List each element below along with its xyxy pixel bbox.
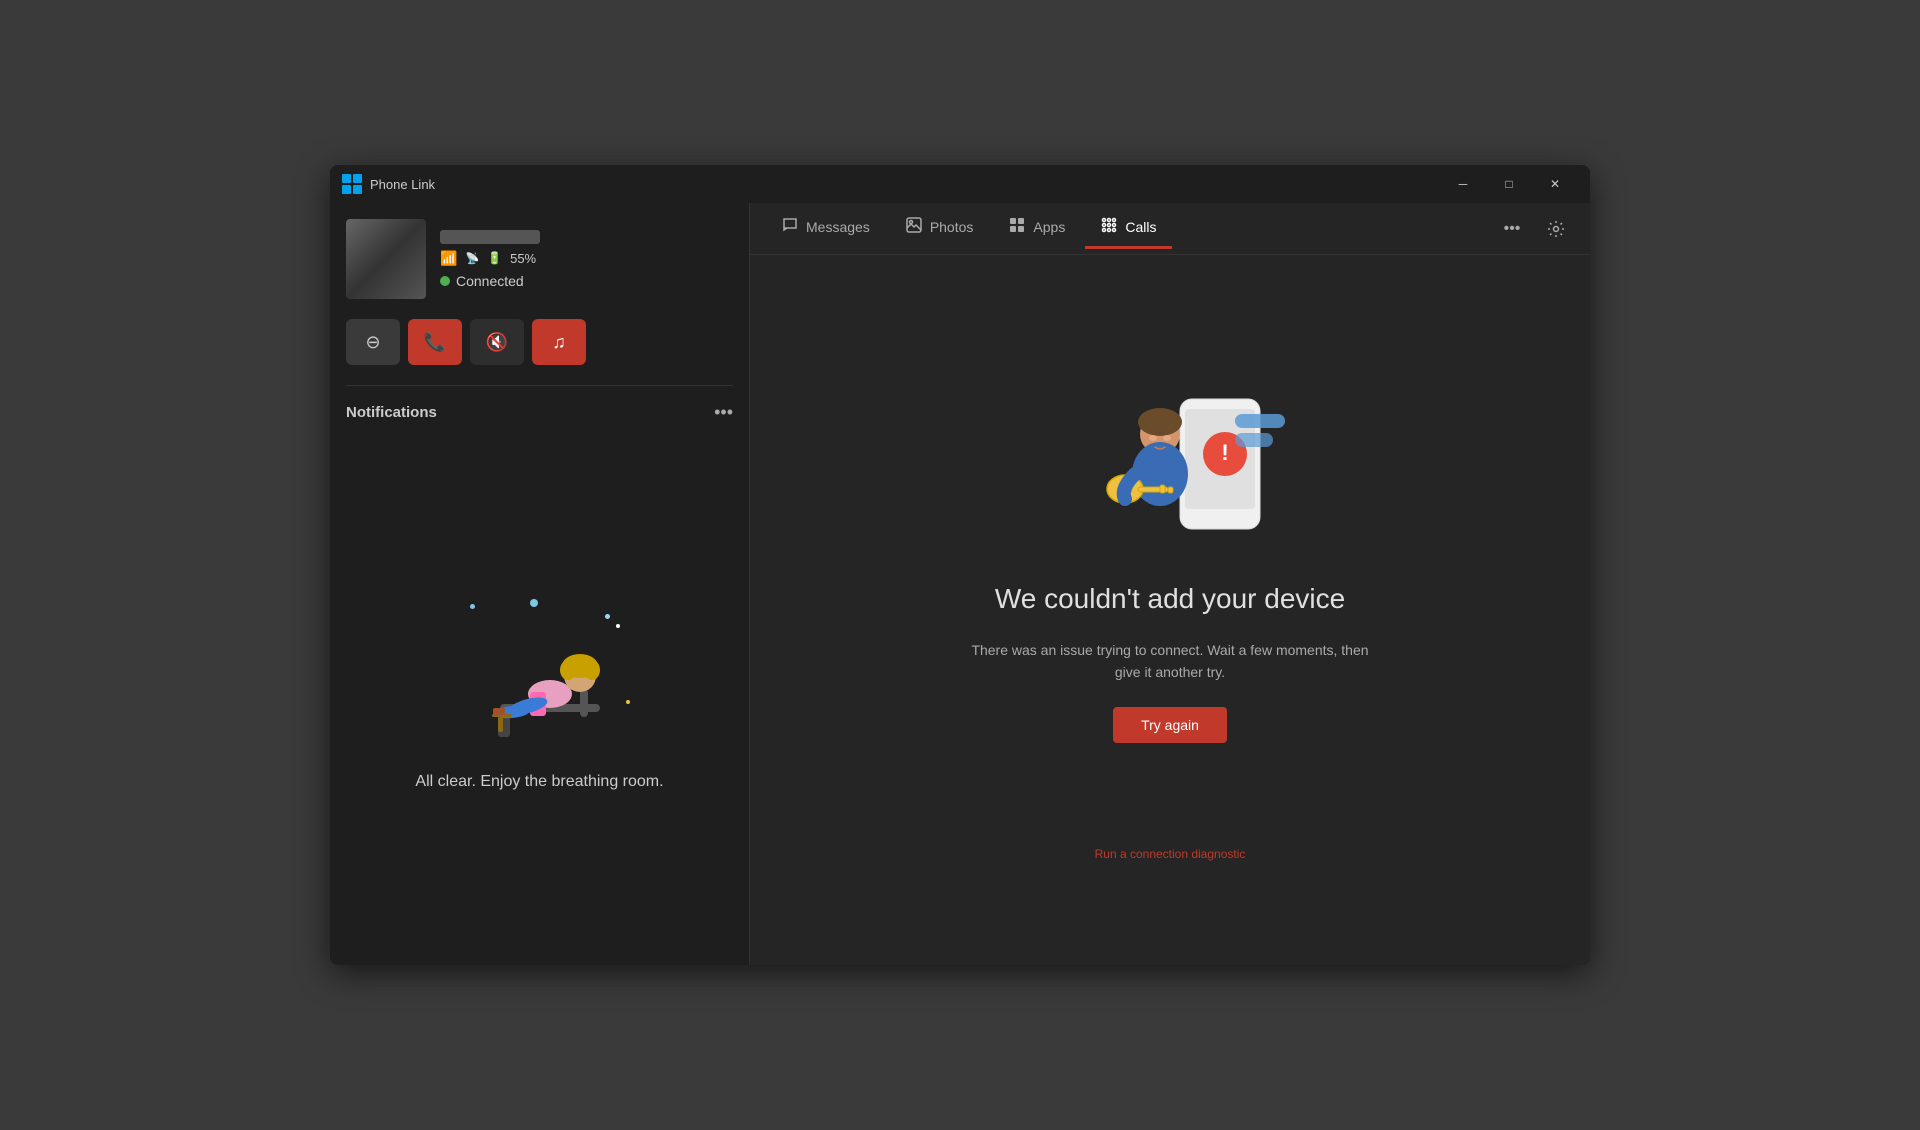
diagnostic-link[interactable]: Run a connection diagnostic — [1095, 847, 1246, 861]
avatar-image — [346, 219, 426, 299]
battery-icon: 🔋 — [487, 251, 502, 265]
avatar — [346, 219, 426, 299]
notifications-more-button[interactable]: ••• — [714, 402, 733, 423]
signal-icon: 📡 — [465, 252, 479, 265]
music-icon: ♫ — [552, 332, 566, 353]
minus-icon: ⊖ — [365, 332, 380, 353]
connected-label: Connected — [456, 273, 524, 289]
notifications-title: Notifications — [346, 404, 437, 421]
sidebar: 📶 📡 🔋 55% Connected ⊖ 📞 — [330, 203, 750, 965]
empty-notifications: All clear. Enjoy the breathing room. — [346, 439, 733, 949]
tab-bar: Messages Photos Apps — [750, 203, 1590, 255]
more-options-button[interactable]: ••• — [1494, 211, 1530, 247]
error-title: We couldn't add your device — [995, 583, 1345, 615]
phone-button[interactable]: 📞 — [408, 319, 462, 365]
phone-icon: 📞 — [424, 332, 446, 353]
mute-icon: 🔇 — [486, 332, 508, 353]
tab-calls[interactable]: Calls — [1085, 209, 1172, 249]
action-buttons: ⊖ 📞 🔇 ♫ — [346, 319, 733, 365]
main-content: ! — [750, 255, 1590, 965]
tab-messages-label: Messages — [806, 219, 870, 235]
tab-photos[interactable]: Photos — [890, 209, 990, 249]
sidebar-divider — [346, 385, 733, 386]
person-on-chair-svg — [440, 594, 640, 754]
app-logo-icon — [342, 174, 362, 194]
music-button[interactable]: ♫ — [532, 319, 586, 365]
photos-icon — [906, 217, 922, 238]
tab-apps-label: Apps — [1033, 219, 1065, 235]
connection-status-row: Connected — [440, 273, 540, 289]
window-controls: ─ □ ✕ — [1440, 168, 1578, 200]
tab-messages[interactable]: Messages — [766, 209, 886, 249]
empty-illustration — [440, 594, 640, 754]
apps-icon — [1009, 217, 1025, 238]
sparkle-5 — [626, 700, 630, 704]
main-panel: Messages Photos Apps — [750, 203, 1590, 965]
profile-info: 📶 📡 🔋 55% Connected — [440, 230, 540, 289]
app-title: Phone Link — [370, 177, 1440, 192]
maximize-button[interactable]: □ — [1486, 168, 1532, 200]
sparkle-2 — [530, 599, 538, 607]
calls-icon — [1101, 217, 1117, 238]
sparkle-4 — [616, 624, 620, 628]
error-illustration: ! — [1050, 359, 1290, 559]
profile-section: 📶 📡 🔋 55% Connected — [346, 219, 733, 299]
error-subtitle: There was an issue trying to connect. Wa… — [960, 639, 1380, 684]
tab-calls-label: Calls — [1125, 219, 1156, 235]
tab-apps[interactable]: Apps — [993, 209, 1081, 249]
sparkle-3 — [605, 614, 610, 619]
error-svg: ! — [1050, 359, 1290, 559]
minimize-button[interactable]: ─ — [1440, 168, 1486, 200]
settings-button[interactable] — [1538, 211, 1574, 247]
sparkle-1 — [470, 604, 475, 609]
tab-photos-label: Photos — [930, 219, 974, 235]
notifications-header: Notifications ••• — [346, 402, 733, 423]
tabs: Messages Photos Apps — [766, 209, 1494, 249]
do-not-disturb-button[interactable]: ⊖ — [346, 319, 400, 365]
empty-notifications-text: All clear. Enjoy the breathing room. — [415, 770, 663, 794]
messages-icon — [782, 217, 798, 238]
content-area: 📶 📡 🔋 55% Connected ⊖ 📞 — [330, 203, 1590, 965]
connected-dot — [440, 276, 450, 286]
app-window: Phone Link ─ □ ✕ 📶 📡 🔋 55% — [330, 165, 1590, 965]
tab-actions: ••• — [1494, 211, 1574, 247]
profile-name — [440, 230, 540, 244]
device-status-row: 📶 📡 🔋 55% — [440, 250, 540, 267]
svg-text:!: ! — [1221, 440, 1228, 465]
mute-button[interactable]: 🔇 — [470, 319, 524, 365]
battery-percentage: 55% — [510, 251, 536, 266]
wifi-icon: 📶 — [440, 250, 457, 267]
title-bar: Phone Link ─ □ ✕ — [330, 165, 1590, 203]
try-again-button[interactable]: Try again — [1113, 707, 1227, 743]
close-button[interactable]: ✕ — [1532, 168, 1578, 200]
